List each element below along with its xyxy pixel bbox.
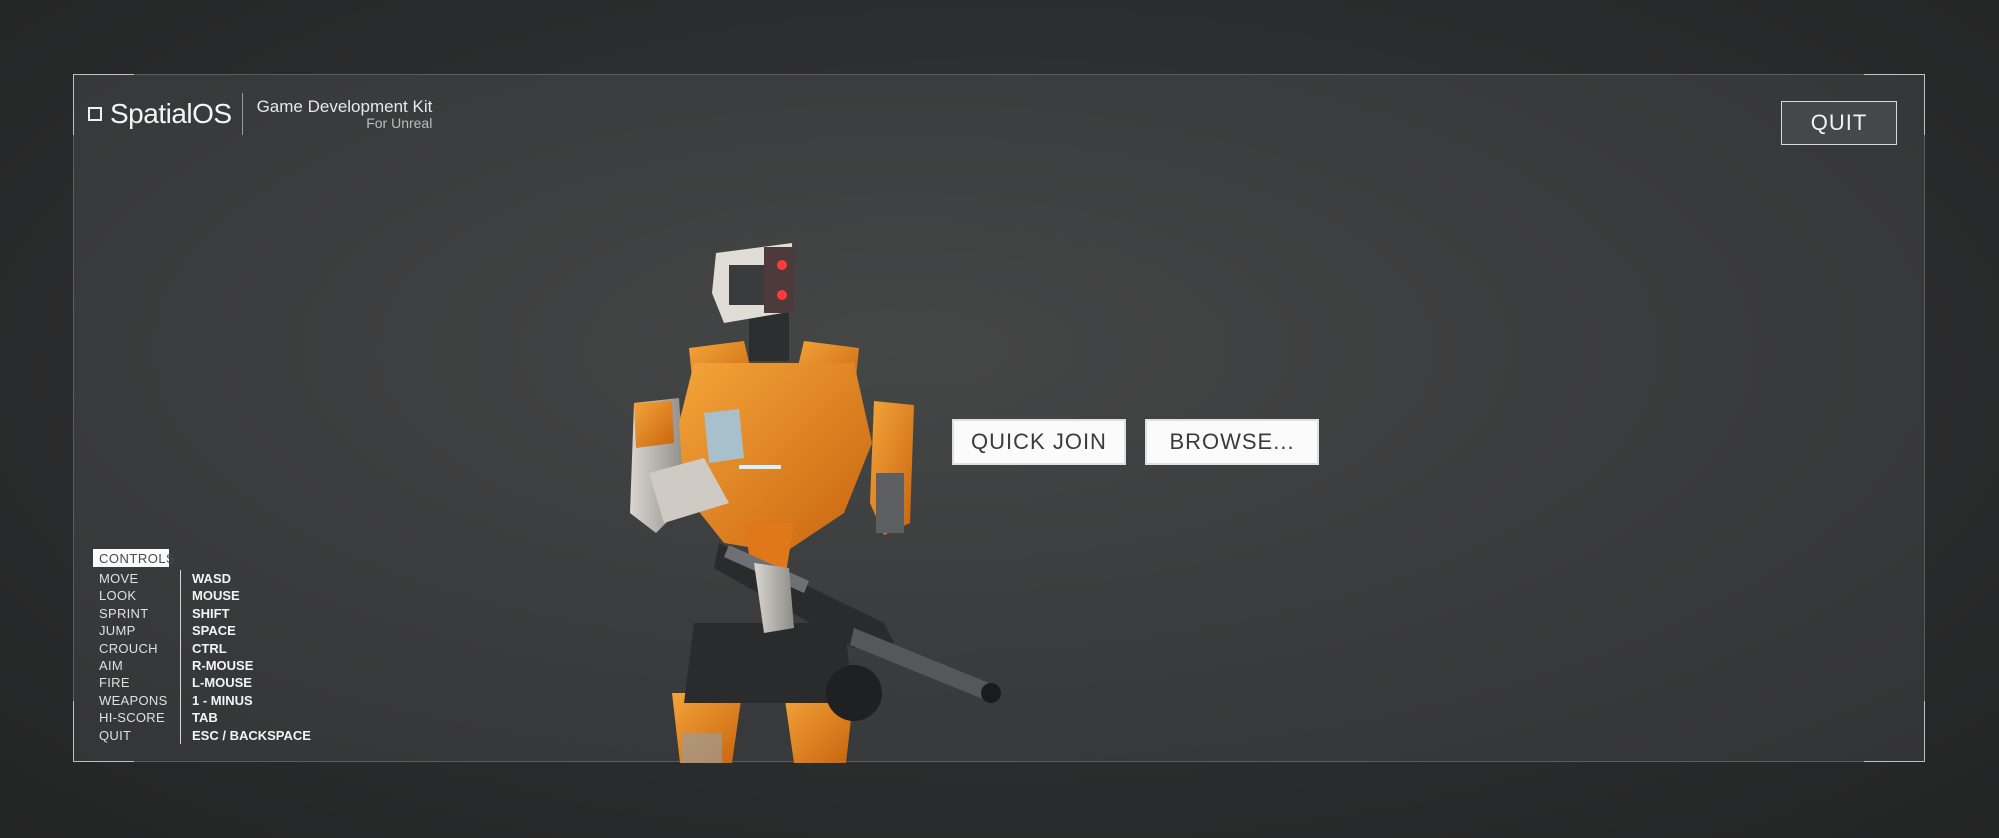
controls-list: MOVE LOOK SPRINT JUMP CROUCH AIM FIRE WE… (93, 570, 311, 744)
control-action: WEAPONS (99, 692, 168, 708)
control-key: ESC / BACKSPACE (192, 727, 311, 743)
spatialos-logo: SpatialOS Game Development Kit For Unrea… (88, 93, 432, 135)
control-key: L-MOUSE (192, 675, 252, 691)
kit-title: Game Development Kit (256, 96, 433, 116)
quit-button[interactable]: QUIT (1781, 101, 1897, 145)
control-key: TAB (192, 710, 218, 726)
control-action: MOVE (99, 571, 139, 586)
browse-button[interactable]: BROWSE... (1145, 419, 1319, 465)
controls-panel: CONTROLS MOVE LOOK SPRINT JUMP CROUCH AI… (93, 549, 311, 744)
control-action: QUIT (99, 727, 132, 743)
control-action: CROUCH (99, 640, 158, 656)
controls-title: CONTROLS (93, 549, 175, 567)
control-action: LOOK (99, 588, 137, 604)
controls-actions: MOVE LOOK SPRINT JUMP CROUCH AIM FIRE WE… (93, 570, 181, 744)
control-action: SPRINT (99, 605, 149, 621)
kit-subtitle: For Unreal (366, 114, 433, 131)
control-key: R-MOUSE (192, 657, 254, 673)
control-key: SPACE (192, 623, 236, 639)
control-action: FIRE (99, 675, 130, 691)
square-outline-icon (88, 107, 102, 121)
logo-divider (241, 93, 243, 135)
controls-keys: WASD MOUSE SHIFT SPACE CTRL R-MOUSE L-MO… (181, 570, 311, 744)
control-action: JUMP (99, 623, 136, 639)
control-action: AIM (99, 657, 124, 673)
main-menu-panel: SpatialOS Game Development Kit For Unrea… (73, 74, 1925, 763)
quick-join-button[interactable]: QUICK JOIN (952, 419, 1126, 465)
control-key: MOUSE (192, 588, 240, 604)
robot-soldier-image (630, 243, 1001, 763)
control-key: CTRL (192, 640, 227, 656)
control-key: 1 - MINUS (192, 692, 253, 708)
frame-corner-bottom-right (1864, 701, 1925, 762)
kit-label: Game Development Kit For Unreal (256, 96, 433, 131)
control-key: SHIFT (192, 605, 230, 621)
control-key: WASD (192, 571, 231, 586)
control-action: HI-SCORE (99, 710, 165, 726)
logo-name: SpatialOS (110, 98, 232, 129)
